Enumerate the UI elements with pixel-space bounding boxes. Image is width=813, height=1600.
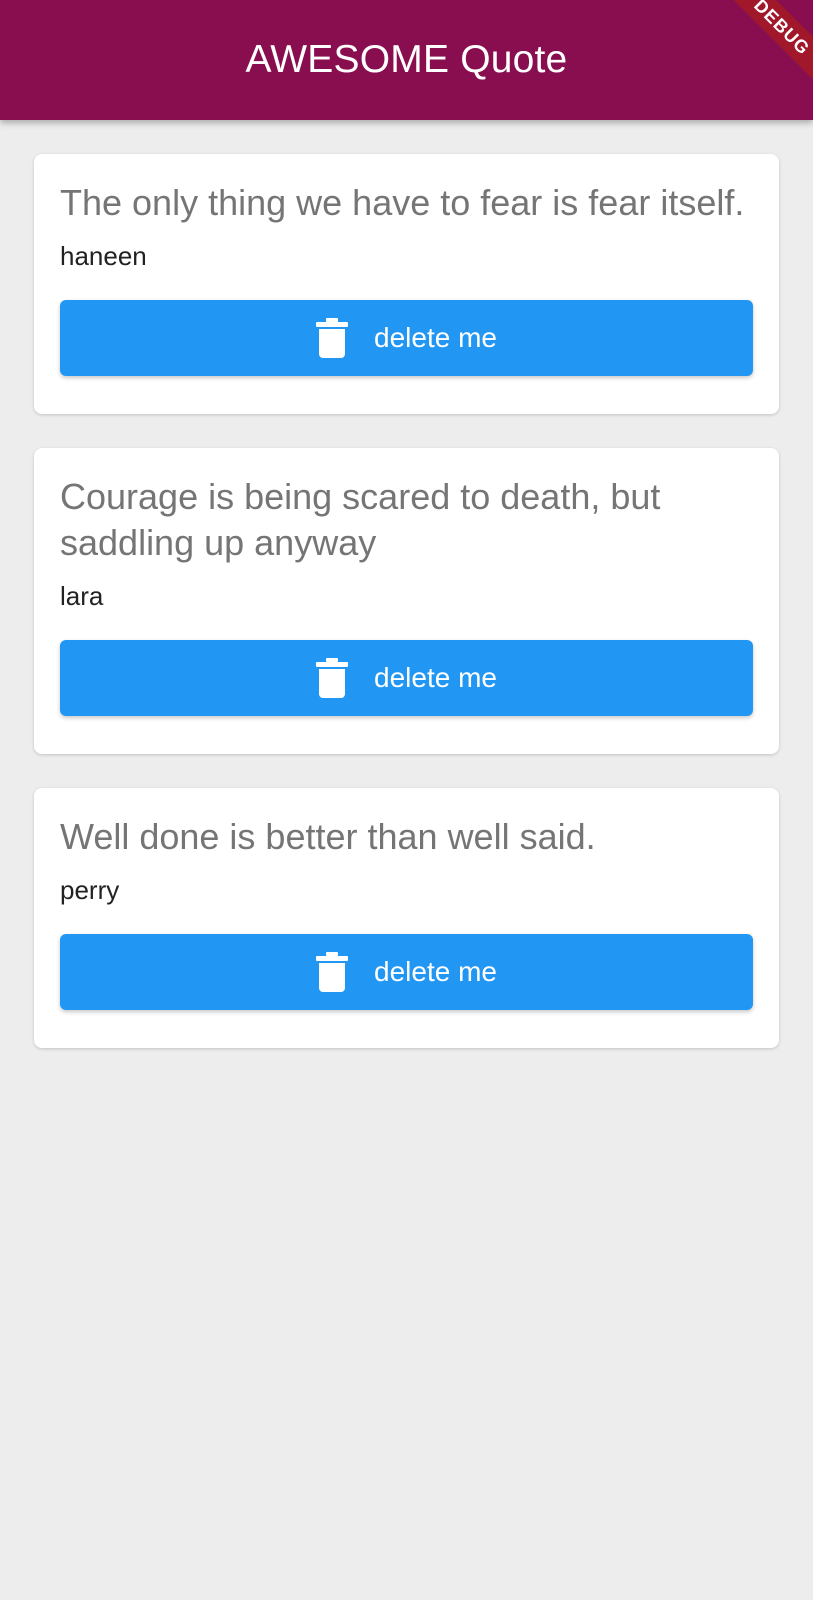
delete-button-label: delete me — [374, 956, 497, 987]
quote-author: lara — [60, 581, 104, 611]
quote-card: Well done is better than well said. perr… — [34, 788, 779, 1048]
delete-button-label: delete me — [374, 662, 497, 693]
quote-card: The only thing we have to fear is fear i… — [34, 154, 779, 414]
quote-card: Courage is being scared to death, but sa… — [34, 448, 779, 754]
quote-author: perry — [60, 875, 120, 905]
trash-icon — [316, 952, 349, 992]
quote-list: The only thing we have to fear is fear i… — [34, 154, 779, 1082]
quote-text: The only thing we have to fear is fear i… — [60, 182, 745, 223]
quote-text: Courage is being scared to death, but sa… — [60, 476, 661, 563]
trash-icon — [316, 318, 349, 358]
delete-button-label: delete me — [374, 322, 497, 353]
delete-button[interactable]: delete me — [60, 640, 753, 716]
quote-author: haneen — [60, 241, 147, 271]
quote-text: Well done is better than well said. — [60, 816, 596, 857]
delete-button[interactable]: delete me — [60, 300, 753, 376]
trash-icon — [316, 658, 349, 698]
app-bar: AWESOME Quote DEBUG — [0, 0, 813, 120]
app-title: AWESOME Quote — [245, 38, 568, 81]
delete-button[interactable]: delete me — [60, 934, 753, 1010]
